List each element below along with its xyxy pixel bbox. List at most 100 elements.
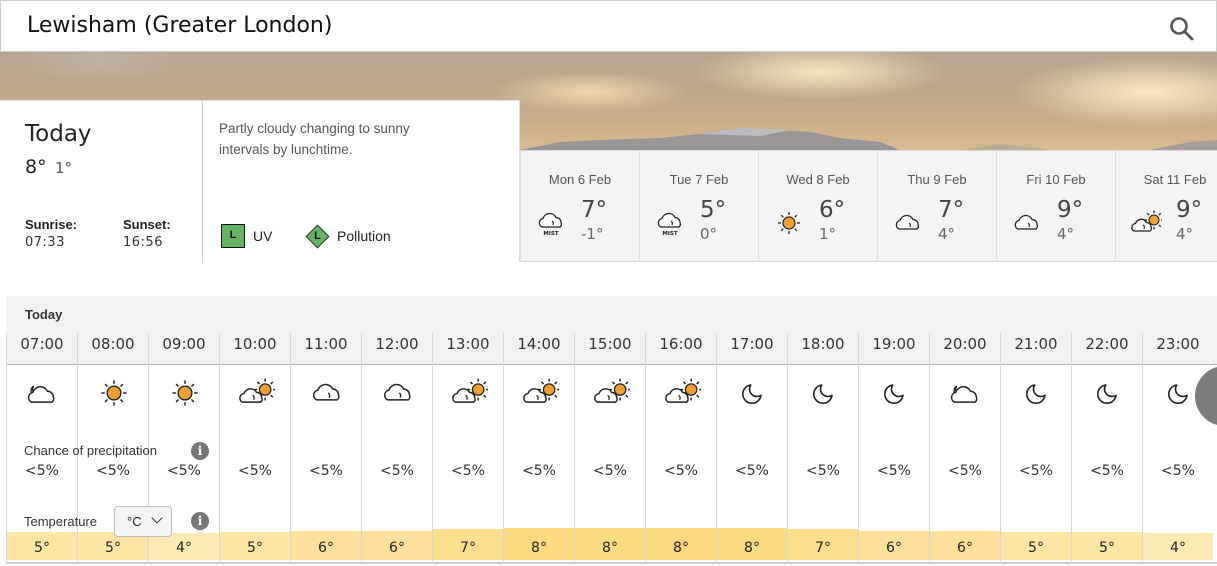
clear-night-weather-icon bbox=[1018, 377, 1056, 407]
hour-precipitation: <5% bbox=[238, 463, 272, 479]
chevron-down-icon bbox=[151, 512, 163, 524]
hour-temperature: 5° bbox=[220, 531, 290, 560]
temperature-unit-value: °C bbox=[127, 514, 142, 529]
day-tab[interactable]: Wed 8 Feb 6° 1° bbox=[758, 151, 877, 262]
day-tab-high: 6° bbox=[819, 197, 846, 223]
today-overview: Today 8° 1° Sunrise: 07:33 Sunset: 16:56 bbox=[0, 101, 203, 263]
uv-label[interactable]: UV bbox=[253, 228, 272, 244]
location-title: Lewisham (Greater London) bbox=[27, 13, 333, 38]
sunset-time: 16:56 bbox=[123, 235, 163, 250]
today-heading: Today bbox=[25, 121, 92, 147]
location-header: Lewisham (Greater London) bbox=[0, 0, 1217, 52]
hour-precipitation: <5% bbox=[877, 463, 911, 479]
today-low-temp: 1° bbox=[55, 159, 73, 177]
sunny-intervals-weather-icon bbox=[237, 377, 276, 407]
clear-night-weather-icon bbox=[876, 377, 914, 407]
hour-temperature: 5° bbox=[7, 531, 77, 560]
day-tab-date: Tue 7 Feb bbox=[669, 172, 729, 187]
sunny-intervals-weather-icon bbox=[450, 377, 489, 407]
svg-text:MIST: MIST bbox=[662, 231, 677, 237]
hour-temperature: 4° bbox=[1143, 533, 1213, 560]
hour-time: 07:00 bbox=[20, 335, 64, 353]
hour-time: 23:00 bbox=[1156, 335, 1200, 353]
hour-column: 23:00 <5% 4° bbox=[1142, 333, 1213, 564]
clear-night-weather-icon bbox=[1160, 377, 1198, 407]
cloudy-weather-icon bbox=[308, 377, 346, 407]
day-tab-high: 5° bbox=[700, 197, 727, 223]
hourly-day-label: Today bbox=[25, 307, 63, 322]
day-tab-low: 4° bbox=[1176, 225, 1194, 243]
day-tab-low: 1° bbox=[819, 225, 837, 243]
hour-column: 11:00 <5% 6° bbox=[290, 333, 361, 564]
temperature-info-icon[interactable]: i bbox=[191, 512, 209, 530]
hour-time: 17:00 bbox=[730, 335, 774, 353]
hour-precipitation: <5% bbox=[1090, 463, 1124, 479]
day-tab-date: Sat 11 Feb bbox=[1143, 172, 1207, 187]
hour-time: 18:00 bbox=[801, 335, 845, 353]
hour-time: 20:00 bbox=[943, 335, 987, 353]
sunny-intervals-weather-icon bbox=[1130, 209, 1164, 241]
hour-precipitation: <5% bbox=[735, 463, 769, 479]
partly-cloudy-night-weather-icon bbox=[947, 377, 985, 407]
hour-column: 19:00 <5% 6° bbox=[858, 333, 929, 564]
hour-time: 10:00 bbox=[233, 335, 277, 353]
sunny-weather-icon bbox=[95, 377, 133, 407]
svg-text:MIST: MIST bbox=[543, 231, 558, 237]
hour-column: 13:00 <5% 7° bbox=[432, 333, 503, 564]
hour-time: 21:00 bbox=[1014, 335, 1058, 353]
day-tab[interactable]: Mon 6 Feb MIST 7° -1° bbox=[520, 151, 639, 262]
hour-precipitation: <5% bbox=[664, 463, 698, 479]
hour-temperature: 5° bbox=[1072, 531, 1142, 560]
hour-time: 08:00 bbox=[91, 335, 135, 353]
day-tab[interactable]: Thu 9 Feb 7° 4° bbox=[877, 151, 996, 262]
sunny-intervals-weather-icon bbox=[663, 377, 702, 407]
day-tab-low: 0° bbox=[700, 225, 718, 243]
temperature-unit-select[interactable]: °C bbox=[114, 506, 172, 537]
pollution-level-badge[interactable]: L bbox=[309, 228, 326, 245]
hour-time: 11:00 bbox=[304, 335, 348, 353]
hour-precipitation: <5% bbox=[96, 463, 130, 479]
mist-weather-icon: MIST bbox=[654, 209, 686, 241]
day-tab-high: 7° bbox=[938, 197, 965, 223]
hour-precipitation: <5% bbox=[25, 463, 59, 479]
hour-temperature: 6° bbox=[362, 530, 432, 560]
uv-level-badge[interactable]: L bbox=[221, 224, 245, 248]
day-tab-high: 7° bbox=[581, 197, 608, 223]
hour-temperature: 5° bbox=[1001, 531, 1071, 560]
hour-precipitation: <5% bbox=[451, 463, 485, 479]
cloudy-weather-icon bbox=[892, 209, 924, 241]
sunny-intervals-weather-icon bbox=[521, 377, 560, 407]
day-tab-high: 9° bbox=[1057, 197, 1084, 223]
search-icon bbox=[1170, 17, 1194, 41]
hour-temperature: 7° bbox=[788, 529, 858, 560]
day-tab[interactable]: Tue 7 Feb MIST 5° 0° bbox=[639, 151, 758, 262]
cloudy-weather-icon bbox=[379, 377, 417, 407]
precipitation-info-icon[interactable]: i bbox=[191, 442, 209, 460]
day-tab-low: 4° bbox=[938, 225, 956, 243]
hour-time: 12:00 bbox=[375, 335, 419, 353]
hour-column: 20:00 <5% 6° bbox=[929, 333, 1000, 564]
hour-time: 19:00 bbox=[872, 335, 916, 353]
hour-temperature: 8° bbox=[575, 528, 645, 560]
hour-temperature: 8° bbox=[504, 528, 574, 560]
sunrise-time: 07:33 bbox=[25, 235, 65, 250]
pollution-label[interactable]: Pollution bbox=[337, 228, 391, 244]
hour-column: 21:00 <5% 5° bbox=[1000, 333, 1071, 564]
hour-temperature: 8° bbox=[717, 528, 787, 560]
today-summary-card: Today 8° 1° Sunrise: 07:33 Sunset: 16:56… bbox=[0, 100, 520, 263]
temperature-row-label: Temperature bbox=[24, 514, 97, 529]
clear-night-weather-icon bbox=[734, 377, 772, 407]
search-button[interactable] bbox=[1169, 16, 1195, 42]
hour-time: 09:00 bbox=[162, 335, 206, 353]
hour-column: 17:00 <5% 8° bbox=[716, 333, 787, 564]
hour-temperature: 6° bbox=[291, 530, 361, 560]
hour-time: 14:00 bbox=[517, 335, 561, 353]
day-tab[interactable]: Fri 10 Feb 9° 4° bbox=[996, 151, 1115, 262]
hour-precipitation: <5% bbox=[167, 463, 201, 479]
mist-weather-icon: MIST bbox=[535, 209, 567, 241]
day-tab-low: -1° bbox=[581, 225, 604, 243]
hour-temperature: 7° bbox=[433, 529, 503, 560]
day-tab[interactable]: Sat 11 Feb 9° 4° bbox=[1115, 151, 1217, 262]
cloudy-weather-icon bbox=[1011, 209, 1043, 241]
day-tab-high: 9° bbox=[1176, 197, 1203, 223]
